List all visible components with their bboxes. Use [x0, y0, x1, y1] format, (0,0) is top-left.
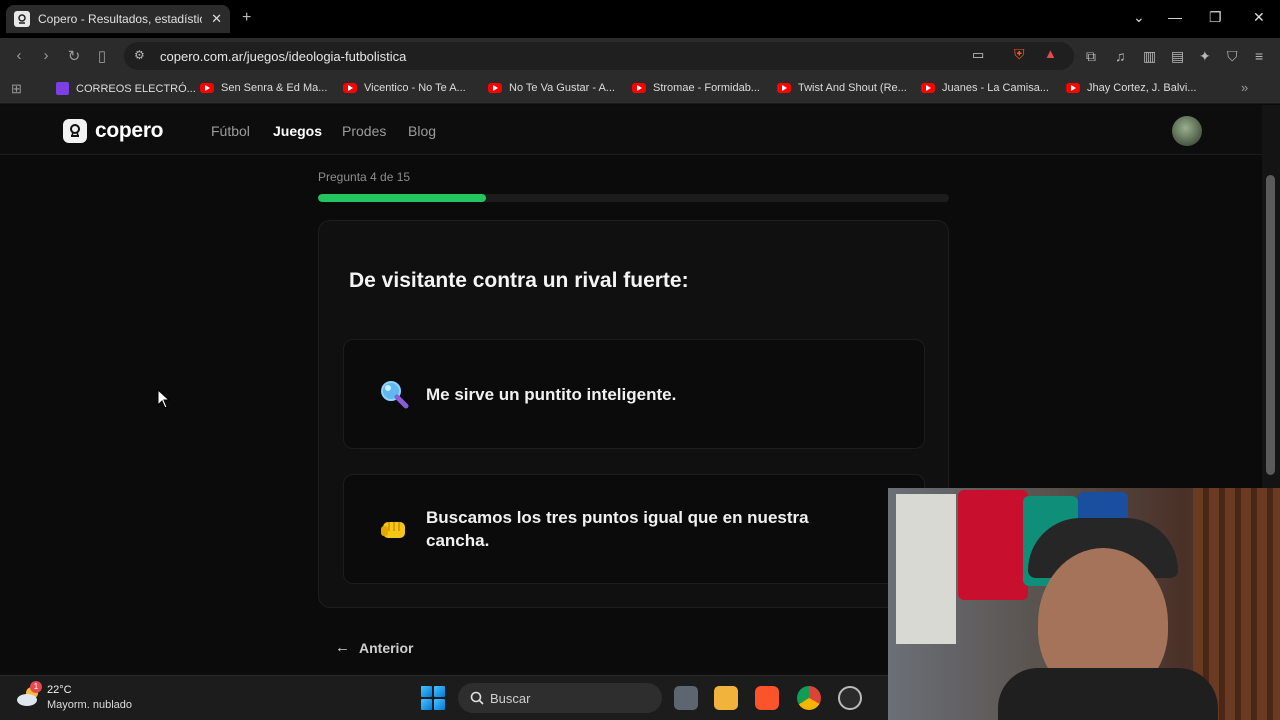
extensions-icon[interactable]: ⧉: [1086, 48, 1096, 65]
minimize-icon[interactable]: —: [1168, 9, 1182, 25]
question-text: De visitante contra un rival fuerte:: [349, 269, 689, 292]
question-card: De visitante contra un rival fuerte: Me …: [318, 220, 949, 608]
previous-button[interactable]: ← Anterior: [335, 639, 413, 656]
quiz-progress-fill: [318, 194, 487, 202]
nav-prodes[interactable]: Prodes: [342, 123, 386, 139]
copero-logo[interactable]: copero: [63, 119, 164, 143]
search-placeholder: Buscar: [490, 690, 531, 706]
brave-browser-icon[interactable]: [755, 686, 779, 710]
site-settings-icon[interactable]: ⚙: [134, 48, 145, 62]
bookmark-item[interactable]: No Te Va Gustar - A...: [488, 82, 615, 94]
arrow-left-icon: ←: [335, 639, 350, 656]
brave-rewards-icon[interactable]: ▲: [1044, 46, 1057, 61]
nav-juegos[interactable]: Juegos: [273, 123, 322, 139]
music-icon[interactable]: ♫: [1115, 48, 1126, 64]
youtube-icon: [632, 83, 646, 93]
weather-temperature: 22°C: [47, 684, 72, 696]
answer-option-label: Me sirve un puntito inteligente.: [426, 384, 677, 404]
youtube-icon: [777, 83, 791, 93]
mouse-cursor-icon: [157, 389, 171, 409]
close-window-icon[interactable]: ✕: [1253, 9, 1265, 26]
bookmark-item[interactable]: CORREOS ELECTRÓ...: [56, 82, 196, 95]
address-bar[interactable]: ⚙ copero.com.ar/juegos/ideologia-futboli…: [124, 42, 1074, 70]
bookmark-item[interactable]: Stromae - Formidab...: [632, 82, 760, 94]
windows-taskbar: 1 22°C Mayorm. nublado Buscar: [0, 675, 888, 720]
app-icon[interactable]: [838, 686, 862, 710]
task-view-icon[interactable]: [674, 686, 698, 710]
site-header: copero Fútbol Juegos Prodes Blog: [0, 105, 1262, 155]
copero-favicon-icon: [14, 11, 30, 27]
wallet-icon[interactable]: ▤: [1171, 48, 1184, 65]
sidebar-icon[interactable]: ▥: [1143, 48, 1156, 65]
browser-tab[interactable]: Copero - Resultados, estadísticas ✕: [6, 5, 230, 33]
vpn-icon[interactable]: ⛉: [1227, 48, 1238, 65]
bookmark-item[interactable]: Twist And Shout (Re...: [777, 82, 907, 94]
bookmark-item[interactable]: Jhay Cortez, J. Balvi...: [1066, 82, 1196, 94]
bookmark-item[interactable]: Vicentico - No Te A...: [343, 82, 466, 94]
browser-tab-bar: Copero - Resultados, estadísticas ✕ + ⌄ …: [0, 0, 1280, 38]
bookmark-icon[interactable]: ▯: [93, 47, 111, 65]
leo-ai-icon[interactable]: ✦: [1199, 48, 1211, 65]
youtube-icon: [921, 83, 935, 93]
copero-logo-icon: [63, 119, 87, 143]
more-bookmarks-icon[interactable]: »: [1241, 80, 1248, 95]
bookmark-item[interactable]: Juanes - La Camisa...: [921, 82, 1049, 94]
answer-option-label: Buscamos los tres puntos igual que en nu…: [426, 508, 809, 550]
youtube-icon: [1066, 83, 1080, 93]
fist-icon: [381, 522, 405, 538]
user-avatar[interactable]: [1172, 116, 1202, 146]
quiz-progress-bar: [318, 194, 949, 202]
nav-blog[interactable]: Blog: [408, 123, 436, 139]
menu-icon[interactable]: ≡: [1255, 48, 1263, 64]
answer-option-1[interactable]: Me sirve un puntito inteligente.: [343, 339, 925, 449]
brave-shield-icon[interactable]: ⛨: [1014, 46, 1025, 63]
reload-icon[interactable]: ↻: [65, 47, 83, 65]
tab-title: Copero - Resultados, estadísticas: [38, 12, 202, 26]
chrome-icon[interactable]: [797, 686, 821, 710]
weather-condition: Mayorm. nublado: [47, 699, 132, 711]
bookmark-item[interactable]: Sen Senra & Ed Ma...: [200, 82, 327, 94]
answer-option-2[interactable]: Buscamos los tres puntos igual que en nu…: [343, 474, 925, 584]
back-arrow-icon[interactable]: ‹: [10, 47, 28, 64]
nav-futbol[interactable]: Fútbol: [211, 123, 250, 139]
youtube-icon: [343, 83, 357, 93]
logo-text: copero: [95, 119, 164, 142]
youtube-icon: [200, 83, 214, 93]
tab-list-chevron-icon[interactable]: ⌄: [1133, 9, 1145, 26]
close-tab-icon[interactable]: ✕: [211, 11, 222, 27]
magnifier-icon: [381, 381, 409, 409]
file-explorer-icon[interactable]: [714, 686, 738, 710]
weather-badge: 1: [30, 681, 42, 693]
windows-start-icon[interactable]: [421, 686, 445, 710]
mail-icon: [56, 82, 69, 95]
forward-arrow-icon[interactable]: ›: [37, 47, 55, 64]
search-icon: [470, 691, 484, 705]
url-text: copero.com.ar/juegos/ideologia-futbolist…: [160, 48, 407, 64]
cast-icon[interactable]: ▭: [972, 47, 984, 63]
apps-grid-icon[interactable]: ⊞: [11, 81, 22, 97]
bookmarks-bar: ⊞ CORREOS ELECTRÓ... Sen Senra & Ed Ma..…: [0, 74, 1280, 104]
browser-toolbar: ‹ › ↻ ▯ ⚙ copero.com.ar/juegos/ideologia…: [0, 38, 1280, 74]
question-counter: Pregunta 4 de 15: [318, 170, 411, 184]
youtube-icon: [488, 83, 502, 93]
taskbar-search[interactable]: Buscar: [458, 683, 662, 713]
webcam-overlay: [888, 488, 1280, 720]
restore-icon[interactable]: ❐: [1209, 9, 1222, 26]
scrollbar-thumb[interactable]: [1266, 175, 1275, 475]
new-tab-button[interactable]: +: [242, 9, 251, 27]
previous-label: Anterior: [359, 639, 414, 656]
